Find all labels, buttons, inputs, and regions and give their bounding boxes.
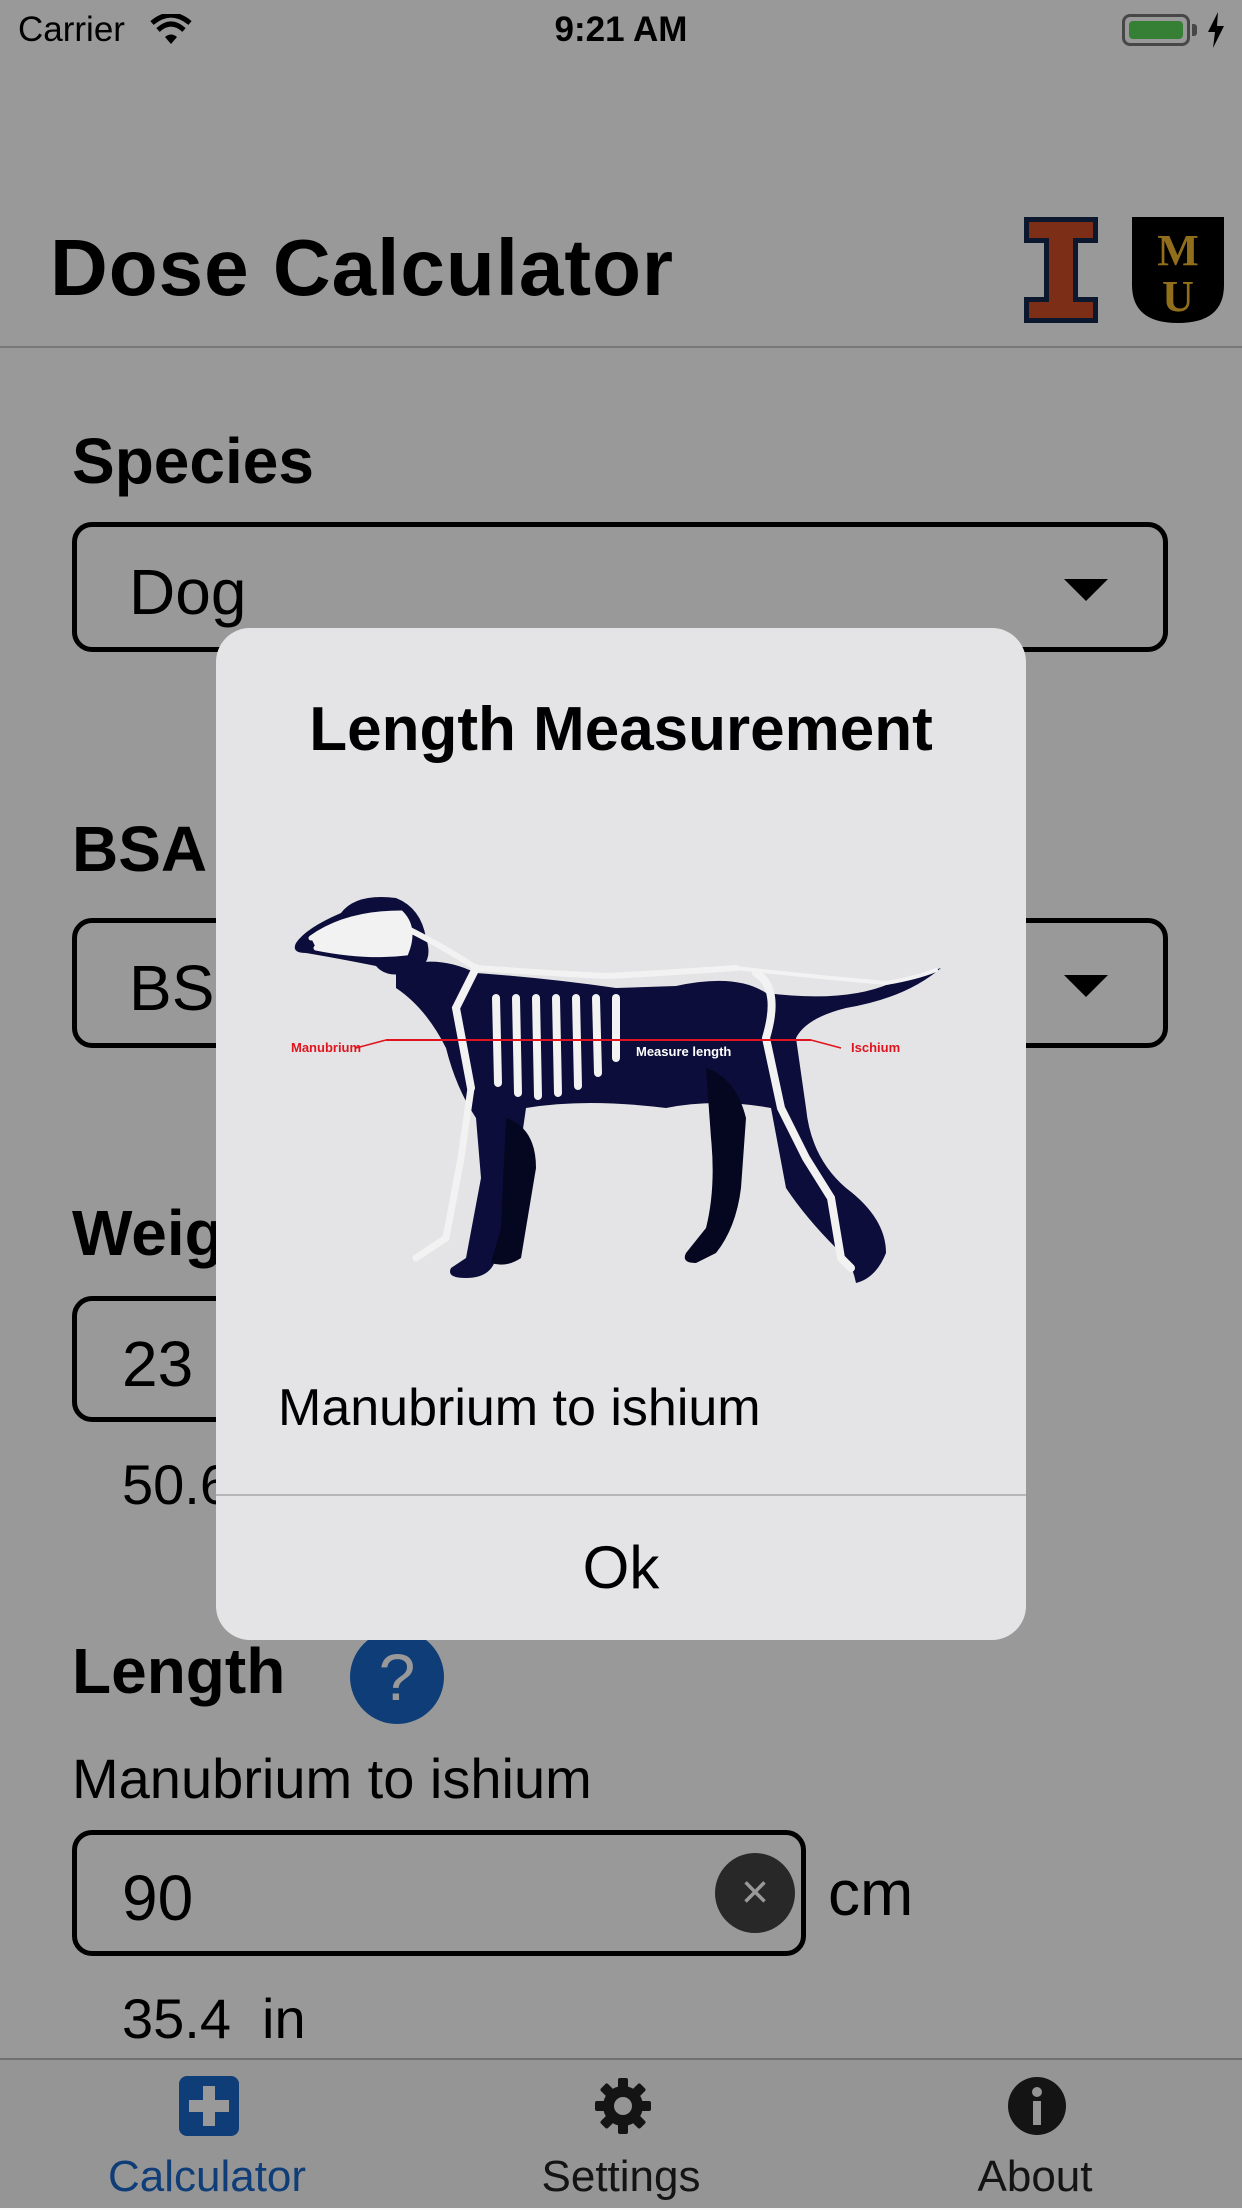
manubrium-label: Manubrium (291, 1040, 361, 1055)
ok-button[interactable]: Ok (216, 1496, 1026, 1640)
measure-length-label: Measure length (636, 1044, 731, 1059)
length-measurement-dialog: Length Measurement Manubrium Ischium Mea… (216, 628, 1026, 1640)
dialog-title: Length Measurement (309, 695, 933, 764)
ischium-label: Ischium (851, 1040, 900, 1055)
dialog-message: Manubrium to ishium (278, 1379, 761, 1437)
dog-skeleton-illustration: Manubrium Ischium Measure length (291, 897, 941, 1283)
